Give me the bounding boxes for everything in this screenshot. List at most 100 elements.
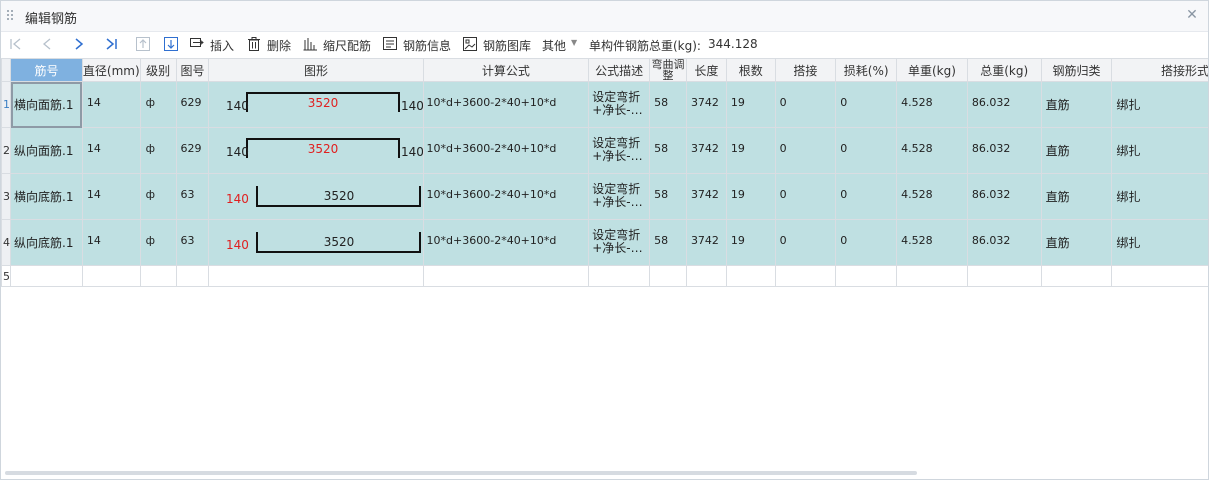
- empty-cell[interactable]: [966, 265, 1042, 287]
- grade-cell[interactable]: ф: [139, 81, 177, 128]
- row-number[interactable]: 1: [1, 81, 11, 128]
- row-number[interactable]: 5: [1, 265, 11, 287]
- grade-cell[interactable]: ф: [139, 127, 177, 174]
- close-icon[interactable]: ✕: [1184, 7, 1200, 23]
- prev-icon[interactable]: [39, 36, 55, 52]
- category-cell[interactable]: 直筋: [1040, 127, 1113, 174]
- lap-cell[interactable]: 0: [774, 173, 837, 220]
- length-cell[interactable]: 3742: [685, 127, 727, 174]
- formula-cell[interactable]: 10*d+3600-2*40+10*d: [422, 219, 590, 266]
- empty-cell[interactable]: [1040, 265, 1113, 287]
- delete-button[interactable]: 删除: [246, 34, 296, 56]
- diameter-cell[interactable]: 14: [81, 219, 141, 266]
- rebar-library-button[interactable]: 钢筋图库: [462, 34, 536, 56]
- lap-type-cell[interactable]: 绑扎: [1111, 127, 1208, 174]
- desc-cell[interactable]: 设定弯折 +净长-…: [588, 219, 651, 266]
- bar-name-cell[interactable]: 横向面筋.1: [10, 81, 83, 128]
- shape-cell[interactable]: 140 3520: [208, 219, 424, 266]
- move-up-icon[interactable]: [135, 36, 151, 52]
- length-cell[interactable]: 3742: [685, 81, 727, 128]
- formula-cell[interactable]: 10*d+3600-2*40+10*d: [422, 173, 590, 220]
- loss-cell[interactable]: 0: [835, 173, 898, 220]
- formula-cell[interactable]: 10*d+3600-2*40+10*d: [422, 81, 590, 128]
- grade-cell[interactable]: ф: [139, 173, 177, 220]
- other-dropdown[interactable]: 其他 ▼: [542, 34, 582, 56]
- empty-cell[interactable]: [649, 265, 687, 287]
- row-header-corner[interactable]: [1, 58, 11, 82]
- unit-weight-cell[interactable]: 4.528: [896, 81, 968, 128]
- empty-cell[interactable]: [896, 265, 968, 287]
- bend-adj-cell[interactable]: 58: [649, 219, 687, 266]
- empty-cell[interactable]: [422, 265, 590, 287]
- col-header-bar-no[interactable]: 筋号: [10, 58, 83, 82]
- col-header-count[interactable]: 根数: [725, 58, 776, 82]
- table-row[interactable]: 2 纵向面筋.1 14 ф 629 140 3520 140 10*d+3600-2…: [1, 127, 1208, 174]
- move-down-icon[interactable]: [163, 36, 179, 52]
- col-header-desc[interactable]: 公式描述: [588, 58, 651, 82]
- unit-weight-cell[interactable]: 4.528: [896, 173, 968, 220]
- col-header-lap-type[interactable]: 搭接形式: [1111, 58, 1208, 82]
- unit-weight-cell[interactable]: 4.528: [896, 219, 968, 266]
- col-header-lap[interactable]: 搭接: [774, 58, 837, 82]
- desc-cell[interactable]: 设定弯折 +净长-…: [588, 81, 651, 128]
- grade-cell[interactable]: ф: [139, 219, 177, 266]
- col-header-category[interactable]: 钢筋归类: [1040, 58, 1113, 82]
- category-cell[interactable]: 直筋: [1040, 173, 1113, 220]
- fig-no-cell[interactable]: 63: [175, 219, 210, 266]
- shape-cell[interactable]: 140 3520: [208, 173, 424, 220]
- fig-no-cell[interactable]: 629: [175, 127, 210, 174]
- fig-no-cell[interactable]: 63: [175, 173, 210, 220]
- table-row-empty[interactable]: 5: [1, 265, 1208, 287]
- lap-type-cell[interactable]: 绑扎: [1111, 81, 1208, 128]
- col-header-diameter[interactable]: 直径(mm): [81, 58, 141, 82]
- diameter-cell[interactable]: 14: [81, 127, 141, 174]
- empty-cell[interactable]: [175, 265, 210, 287]
- table-row[interactable]: 1 横向面筋.1 14 ф 629 140 3520 140 10*d+3600-2…: [1, 81, 1208, 128]
- horizontal-scrollbar[interactable]: [5, 471, 917, 475]
- total-weight-cell[interactable]: 86.032: [966, 127, 1042, 174]
- col-header-total-weight[interactable]: 总重(kg): [966, 58, 1042, 82]
- row-number[interactable]: 4: [1, 219, 11, 266]
- count-cell[interactable]: 19: [725, 219, 776, 266]
- col-header-grade[interactable]: 级别: [139, 58, 177, 82]
- count-cell[interactable]: 19: [725, 81, 776, 128]
- bend-adj-cell[interactable]: 58: [649, 173, 687, 220]
- col-header-length[interactable]: 长度: [685, 58, 727, 82]
- title-bar[interactable]: 编辑钢筋 ✕: [1, 1, 1208, 32]
- bar-name-cell[interactable]: 纵向底筋.1: [10, 219, 83, 266]
- shape-cell[interactable]: 140 3520 140: [208, 81, 424, 128]
- empty-cell[interactable]: [774, 265, 837, 287]
- col-header-fig-no[interactable]: 图号: [175, 58, 210, 82]
- empty-cell[interactable]: [139, 265, 177, 287]
- loss-cell[interactable]: 0: [835, 219, 898, 266]
- loss-cell[interactable]: 0: [835, 127, 898, 174]
- fig-no-cell[interactable]: 629: [175, 81, 210, 128]
- next-icon[interactable]: [71, 36, 87, 52]
- empty-cell[interactable]: [10, 265, 83, 287]
- table-row[interactable]: 3 横向底筋.1 14 ф 63 140 3520 10*d+3600-2*40+…: [1, 173, 1208, 220]
- length-cell[interactable]: 3742: [685, 219, 727, 266]
- diameter-cell[interactable]: 14: [81, 173, 141, 220]
- col-header-bend-adj[interactable]: 弯曲调整: [649, 58, 687, 82]
- count-cell[interactable]: 19: [725, 127, 776, 174]
- desc-cell[interactable]: 设定弯折 +净长-…: [588, 127, 651, 174]
- total-weight-cell[interactable]: 86.032: [966, 173, 1042, 220]
- lap-cell[interactable]: 0: [774, 81, 837, 128]
- first-page-icon[interactable]: [8, 36, 24, 52]
- table-row[interactable]: 4 纵向底筋.1 14 ф 63 140 3520 10*d+3600-2*40+…: [1, 219, 1208, 266]
- total-weight-cell[interactable]: 86.032: [966, 219, 1042, 266]
- lap-cell[interactable]: 0: [774, 127, 837, 174]
- last-page-icon[interactable]: [103, 36, 119, 52]
- empty-cell[interactable]: [835, 265, 898, 287]
- row-number[interactable]: 3: [1, 173, 11, 220]
- bar-name-cell[interactable]: 横向底筋.1: [10, 173, 83, 220]
- lap-type-cell[interactable]: 绑扎: [1111, 219, 1208, 266]
- unit-weight-cell[interactable]: 4.528: [896, 127, 968, 174]
- bar-name-cell[interactable]: 纵向面筋.1: [10, 127, 83, 174]
- lap-cell[interactable]: 0: [774, 219, 837, 266]
- empty-cell[interactable]: [81, 265, 141, 287]
- diameter-cell[interactable]: 14: [81, 81, 141, 128]
- bend-adj-cell[interactable]: 58: [649, 81, 687, 128]
- row-number[interactable]: 2: [1, 127, 11, 174]
- col-header-shape[interactable]: 图形: [208, 58, 424, 82]
